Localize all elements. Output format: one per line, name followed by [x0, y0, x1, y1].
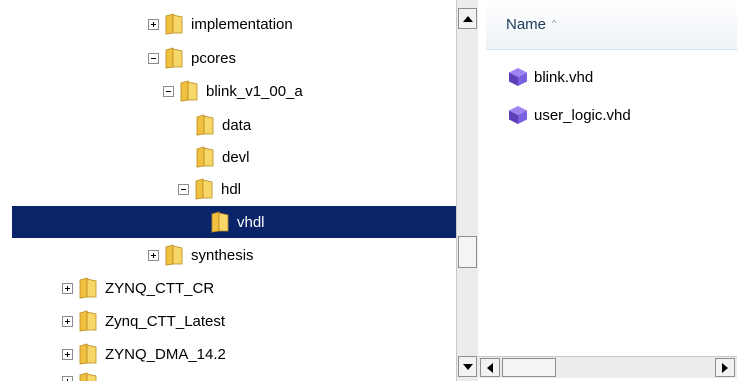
tree-item-label: hdl: [221, 180, 242, 198]
file-name: user_logic.vhd: [534, 106, 631, 124]
collapse-minus-icon[interactable]: [163, 85, 174, 97]
folder-tree: implementation pcores blink_v1_00_a data…: [0, 0, 456, 381]
expand-plus-icon[interactable]: [62, 282, 73, 294]
tree-item-zynq-ctt-latest[interactable]: Zynq_CTT_Latest: [62, 307, 225, 335]
folder-icon: [79, 277, 97, 299]
folder-icon: [165, 244, 183, 266]
folder-icon: [195, 178, 213, 200]
file-name: blink.vhd: [534, 68, 594, 86]
scroll-thumb[interactable]: [458, 236, 477, 268]
folder-icon: [79, 310, 97, 332]
tree-item-partial[interactable]: [62, 372, 105, 381]
tree-item-label: blink_v1_00_a: [206, 82, 303, 100]
tree-item-synthesis[interactable]: synthesis: [148, 241, 254, 269]
folder-icon: [196, 114, 214, 136]
folder-icon: [79, 343, 97, 365]
file-item-user-logic-vhd[interactable]: user_logic.vhd: [508, 102, 631, 128]
tree-item-label: Zynq_CTT_Latest: [105, 312, 226, 330]
tree-item-zynq-dma-14-2[interactable]: ZYNQ_DMA_14.2: [62, 340, 226, 368]
tree-item-label: data: [222, 116, 252, 134]
scroll-left-button[interactable]: [480, 358, 500, 377]
tree-item-zynq-ctt-cr[interactable]: ZYNQ_CTT_CR: [62, 274, 214, 302]
file-list-horizontal-scrollbar[interactable]: [478, 356, 737, 378]
expand-plus-icon[interactable]: [62, 315, 73, 327]
tree-item-label: pcores: [191, 49, 237, 67]
tree-item-devl[interactable]: devl: [196, 143, 250, 171]
tree-item-pcores[interactable]: pcores: [148, 44, 236, 72]
tree-item-vhdl[interactable]: vhdl: [12, 206, 456, 238]
tree-vertical-scrollbar[interactable]: [456, 0, 478, 381]
file-item-blink-vhd[interactable]: blink.vhd: [508, 64, 593, 90]
tree-item-implementation[interactable]: implementation: [148, 10, 293, 38]
tree-item-label: vhdl: [237, 213, 265, 231]
scroll-up-button[interactable]: [458, 8, 477, 29]
folder-icon: [196, 146, 214, 168]
collapse-minus-icon[interactable]: [148, 52, 159, 64]
sort-ascending-icon: ^: [552, 17, 557, 28]
folder-icon: [165, 13, 183, 35]
arrow-down-icon: [462, 363, 473, 370]
scroll-thumb[interactable]: [502, 358, 556, 377]
folder-icon: [180, 80, 198, 102]
expand-plus-icon[interactable]: [148, 249, 159, 261]
expand-plus-icon[interactable]: [148, 18, 159, 30]
arrow-up-icon: [462, 15, 473, 22]
vhd-file-icon: [508, 105, 528, 125]
file-list-pane: Name ^ blink.vhd user_logic.vhd: [478, 0, 737, 381]
expand-plus-icon[interactable]: [62, 348, 73, 360]
scroll-right-button[interactable]: [715, 358, 735, 377]
tree-item-label: implementation: [191, 15, 293, 33]
tree-item-label: ZYNQ_DMA_14.2: [105, 345, 226, 363]
tree-item-blink-v1-00-a[interactable]: blink_v1_00_a: [163, 77, 303, 105]
scroll-down-button[interactable]: [458, 356, 477, 377]
tree-item-label: ZYNQ_CTT_CR: [105, 279, 215, 297]
name-column-header[interactable]: Name ^: [486, 0, 737, 50]
folder-icon: [211, 211, 229, 233]
tree-item-label: synthesis: [191, 246, 254, 264]
arrow-right-icon: [722, 362, 728, 373]
arrow-left-icon: [487, 362, 493, 373]
collapse-minus-icon[interactable]: [178, 183, 189, 195]
tree-item-data[interactable]: data: [196, 111, 251, 139]
column-header-label: Name: [506, 16, 547, 33]
expand-plus-icon[interactable]: [62, 376, 73, 381]
folder-icon: [79, 372, 97, 381]
vhd-file-icon: [508, 67, 528, 87]
folder-icon: [165, 47, 183, 69]
tree-item-label: devl: [222, 148, 250, 166]
tree-item-hdl[interactable]: hdl: [178, 175, 241, 203]
